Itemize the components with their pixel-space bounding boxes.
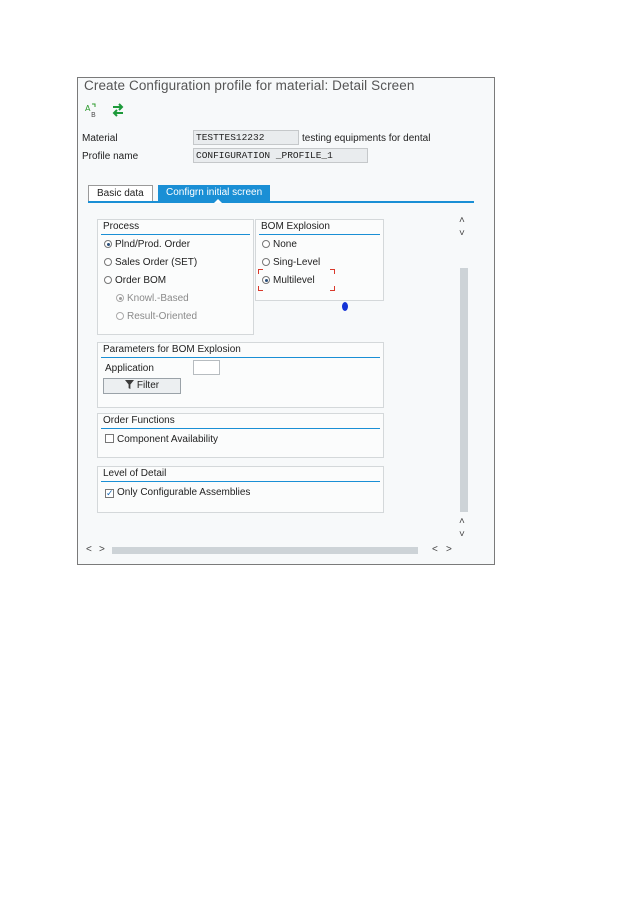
parameters-group: Parameters for BOM Explosion bbox=[97, 342, 384, 408]
vertical-scrollbar-thumb[interactable] bbox=[460, 268, 468, 512]
parameters-group-title: Parameters for BOM Explosion bbox=[103, 344, 241, 355]
material-label: Material bbox=[82, 133, 118, 144]
focus-corner bbox=[330, 286, 335, 291]
group-divider bbox=[259, 234, 380, 235]
group-divider bbox=[101, 357, 380, 358]
radio-knowl-based: Knowl.-Based bbox=[116, 293, 189, 304]
filter-button-label: Filter bbox=[136, 380, 160, 391]
radio-icon bbox=[104, 276, 112, 284]
scroll-right-icon[interactable]: > bbox=[446, 544, 452, 555]
scroll-down-icon[interactable]: ˅ bbox=[459, 228, 465, 239]
radio-label: Order BOM bbox=[115, 275, 167, 286]
swap-arrows-icon[interactable] bbox=[110, 102, 126, 118]
radio-none[interactable]: None bbox=[262, 239, 297, 250]
material-description: testing equipments for dental bbox=[302, 133, 431, 144]
level-of-detail-group-title: Level of Detail bbox=[103, 468, 167, 479]
radio-icon bbox=[116, 312, 124, 320]
filter-button[interactable]: Filter bbox=[103, 378, 181, 394]
radio-sales-order-set[interactable]: Sales Order (SET) bbox=[104, 257, 197, 268]
scroll-up-icon[interactable]: ˄ bbox=[459, 215, 465, 226]
scroll-left-icon[interactable]: < bbox=[432, 544, 438, 555]
checkbox-only-configurable-assemblies[interactable]: ✓ Only Configurable Assemblies bbox=[105, 487, 250, 498]
radio-selected-icon bbox=[104, 240, 112, 248]
filter-funnel-icon bbox=[124, 380, 134, 389]
cursor-marker bbox=[342, 302, 348, 311]
profile-name-field[interactable]: CONFIGURATION _PROFILE_1 bbox=[193, 148, 368, 163]
radio-label: Sales Order (SET) bbox=[115, 257, 198, 268]
group-divider bbox=[101, 234, 250, 235]
scroll-up-icon[interactable]: ˄ bbox=[459, 516, 465, 527]
radio-result-oriented: Result-Oriented bbox=[116, 311, 197, 322]
tab-underline bbox=[88, 201, 474, 203]
svg-text:B: B bbox=[91, 111, 96, 118]
radio-label: Sing-Level bbox=[273, 257, 321, 268]
radio-multilevel[interactable]: Multilevel bbox=[262, 275, 315, 286]
profile-name-label: Profile name bbox=[82, 151, 139, 162]
checkbox-component-availability[interactable]: Component Availability bbox=[105, 434, 218, 445]
scroll-left-icon[interactable]: < bbox=[86, 544, 92, 555]
radio-label: Knowl.-Based bbox=[127, 293, 189, 304]
radio-label: None bbox=[273, 239, 297, 250]
scroll-down-icon[interactable]: ˅ bbox=[459, 529, 465, 540]
detail-screen-window: Create Configuration profile for materia… bbox=[77, 77, 495, 565]
checkbox-label: Component Availability bbox=[117, 434, 218, 445]
radio-plnd-prod-order[interactable]: Plnd/Prod. Order bbox=[104, 239, 190, 250]
radio-order-bom[interactable]: Order BOM bbox=[104, 275, 166, 286]
checkbox-icon bbox=[105, 434, 114, 443]
application-label: Application bbox=[105, 363, 154, 374]
radio-selected-icon bbox=[116, 294, 124, 302]
focus-corner bbox=[258, 269, 263, 274]
group-divider bbox=[101, 428, 380, 429]
application-input[interactable] bbox=[193, 360, 220, 375]
radio-label: Result-Oriented bbox=[127, 311, 198, 322]
radio-icon bbox=[104, 258, 112, 266]
group-divider bbox=[101, 481, 380, 482]
tab-basic-data[interactable]: Basic data bbox=[88, 185, 153, 201]
material-field[interactable]: TESTTES12232 bbox=[193, 130, 299, 145]
tab-active-caret bbox=[214, 199, 222, 203]
radio-sing-level[interactable]: Sing-Level bbox=[262, 257, 320, 268]
bom-explosion-group-title: BOM Explosion bbox=[261, 221, 330, 232]
horizontal-scrollbar-thumb[interactable] bbox=[112, 547, 418, 554]
checkbox-label: Only Configurable Assemblies bbox=[117, 487, 251, 498]
abc-sort-icon[interactable]: A B bbox=[84, 102, 100, 118]
checkbox-checked-icon: ✓ bbox=[105, 488, 114, 498]
order-functions-group-title: Order Functions bbox=[103, 415, 175, 426]
radio-icon bbox=[262, 258, 270, 266]
window-title: Create Configuration profile for materia… bbox=[84, 78, 415, 93]
radio-label: Plnd/Prod. Order bbox=[115, 239, 191, 250]
scroll-right-icon[interactable]: > bbox=[99, 544, 105, 555]
radio-selected-icon bbox=[262, 276, 270, 284]
focus-corner bbox=[258, 286, 263, 291]
process-group-title: Process bbox=[103, 221, 140, 232]
radio-icon bbox=[262, 240, 270, 248]
focus-corner bbox=[330, 269, 335, 274]
radio-label: Multilevel bbox=[273, 275, 315, 286]
